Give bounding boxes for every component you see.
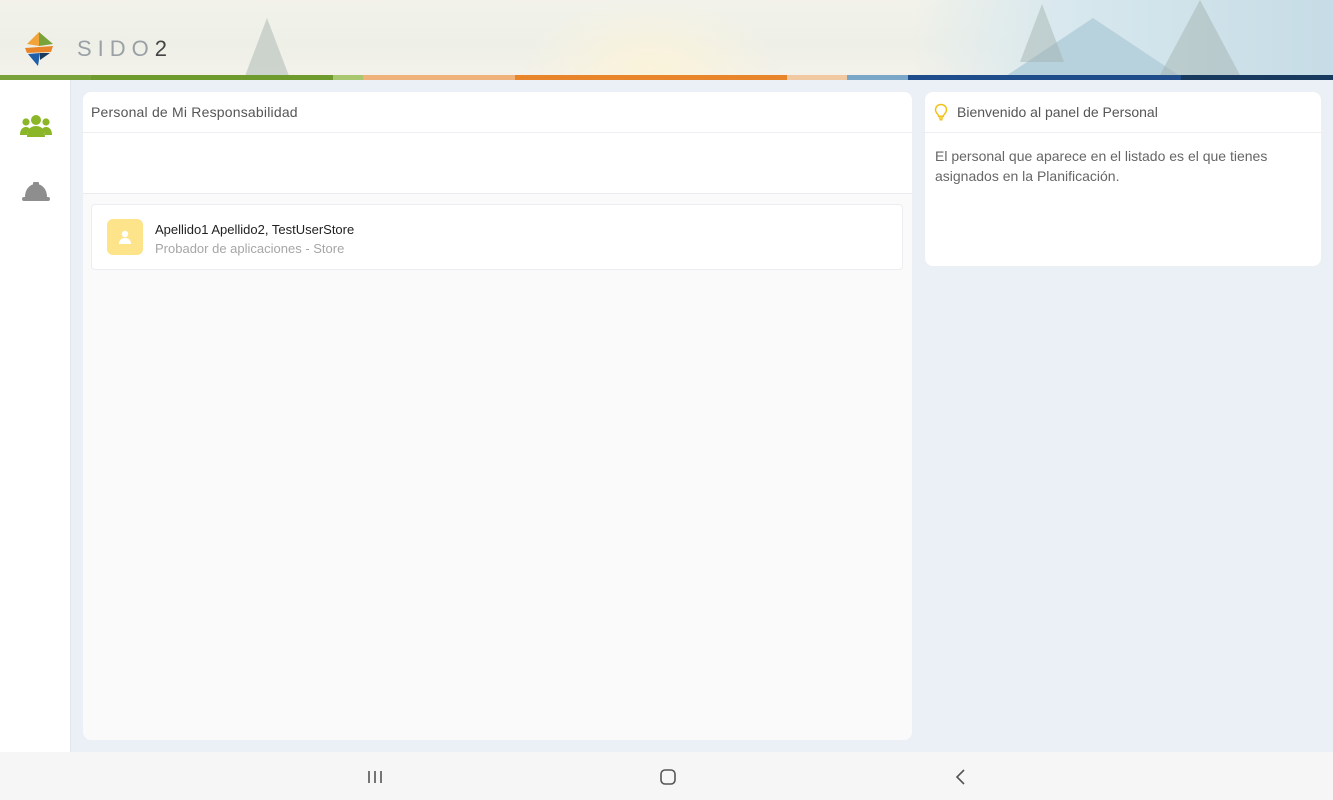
- lightbulb-icon: [933, 103, 949, 121]
- home-icon: [660, 769, 676, 785]
- stripe-segment: [787, 75, 847, 80]
- stripe-segment: [333, 75, 363, 80]
- person-role: Probador de aplicaciones - Store: [155, 241, 345, 256]
- user-avatar-icon: [107, 219, 143, 255]
- sido-logo-icon[interactable]: [22, 30, 56, 68]
- stripe-segment: [908, 75, 1181, 80]
- header-background-tree: [1020, 4, 1064, 62]
- user-icon: [119, 230, 131, 244]
- stripe-segment: [515, 75, 787, 80]
- stripe-segment: [363, 75, 515, 80]
- filter-area: [83, 133, 912, 194]
- hard-hat-icon: [22, 182, 50, 201]
- home-button[interactable]: [653, 764, 683, 790]
- personal-list-panel: Personal de Mi Responsabilidad Apellido1…: [83, 92, 912, 740]
- app-title: SIDO2: [77, 36, 173, 62]
- info-header: Bienvenido al panel de Personal: [925, 92, 1321, 133]
- system-navigation-bar: [0, 752, 1333, 800]
- stripe-segment: [91, 75, 333, 80]
- info-title: Bienvenido al panel de Personal: [957, 104, 1158, 120]
- recent-apps-icon: [368, 771, 382, 783]
- sidebar-item-personal[interactable]: [18, 108, 54, 144]
- app-title-text: SIDO: [77, 36, 155, 61]
- header-color-stripe: [0, 75, 1333, 80]
- header-background-tree: [245, 18, 289, 75]
- person-name: Apellido1 Apellido2, TestUserStore: [155, 222, 355, 237]
- header-background-tree: [1160, 0, 1240, 75]
- info-text: El personal que aparece en el listado es…: [935, 148, 1268, 184]
- header-background-glow: [520, 0, 780, 75]
- welcome-info-panel: Bienvenido al panel de Personal El perso…: [925, 92, 1321, 266]
- app-title-number: 2: [154, 36, 174, 61]
- panel-header: Personal de Mi Responsabilidad: [83, 92, 912, 133]
- stripe-segment: [1181, 75, 1333, 80]
- person-list-item[interactable]: Apellido1 Apellido2, TestUserStore Proba…: [91, 204, 903, 270]
- users-icon: [20, 115, 52, 137]
- stripe-segment: [847, 75, 908, 80]
- back-button[interactable]: [946, 764, 976, 790]
- back-icon: [955, 769, 965, 785]
- sidebar-item-equipment[interactable]: [18, 174, 54, 210]
- app-header: SIDO2: [0, 0, 1333, 75]
- panel-title: Personal de Mi Responsabilidad: [91, 104, 298, 120]
- sidebar: [0, 80, 71, 752]
- recent-apps-button[interactable]: [360, 764, 390, 790]
